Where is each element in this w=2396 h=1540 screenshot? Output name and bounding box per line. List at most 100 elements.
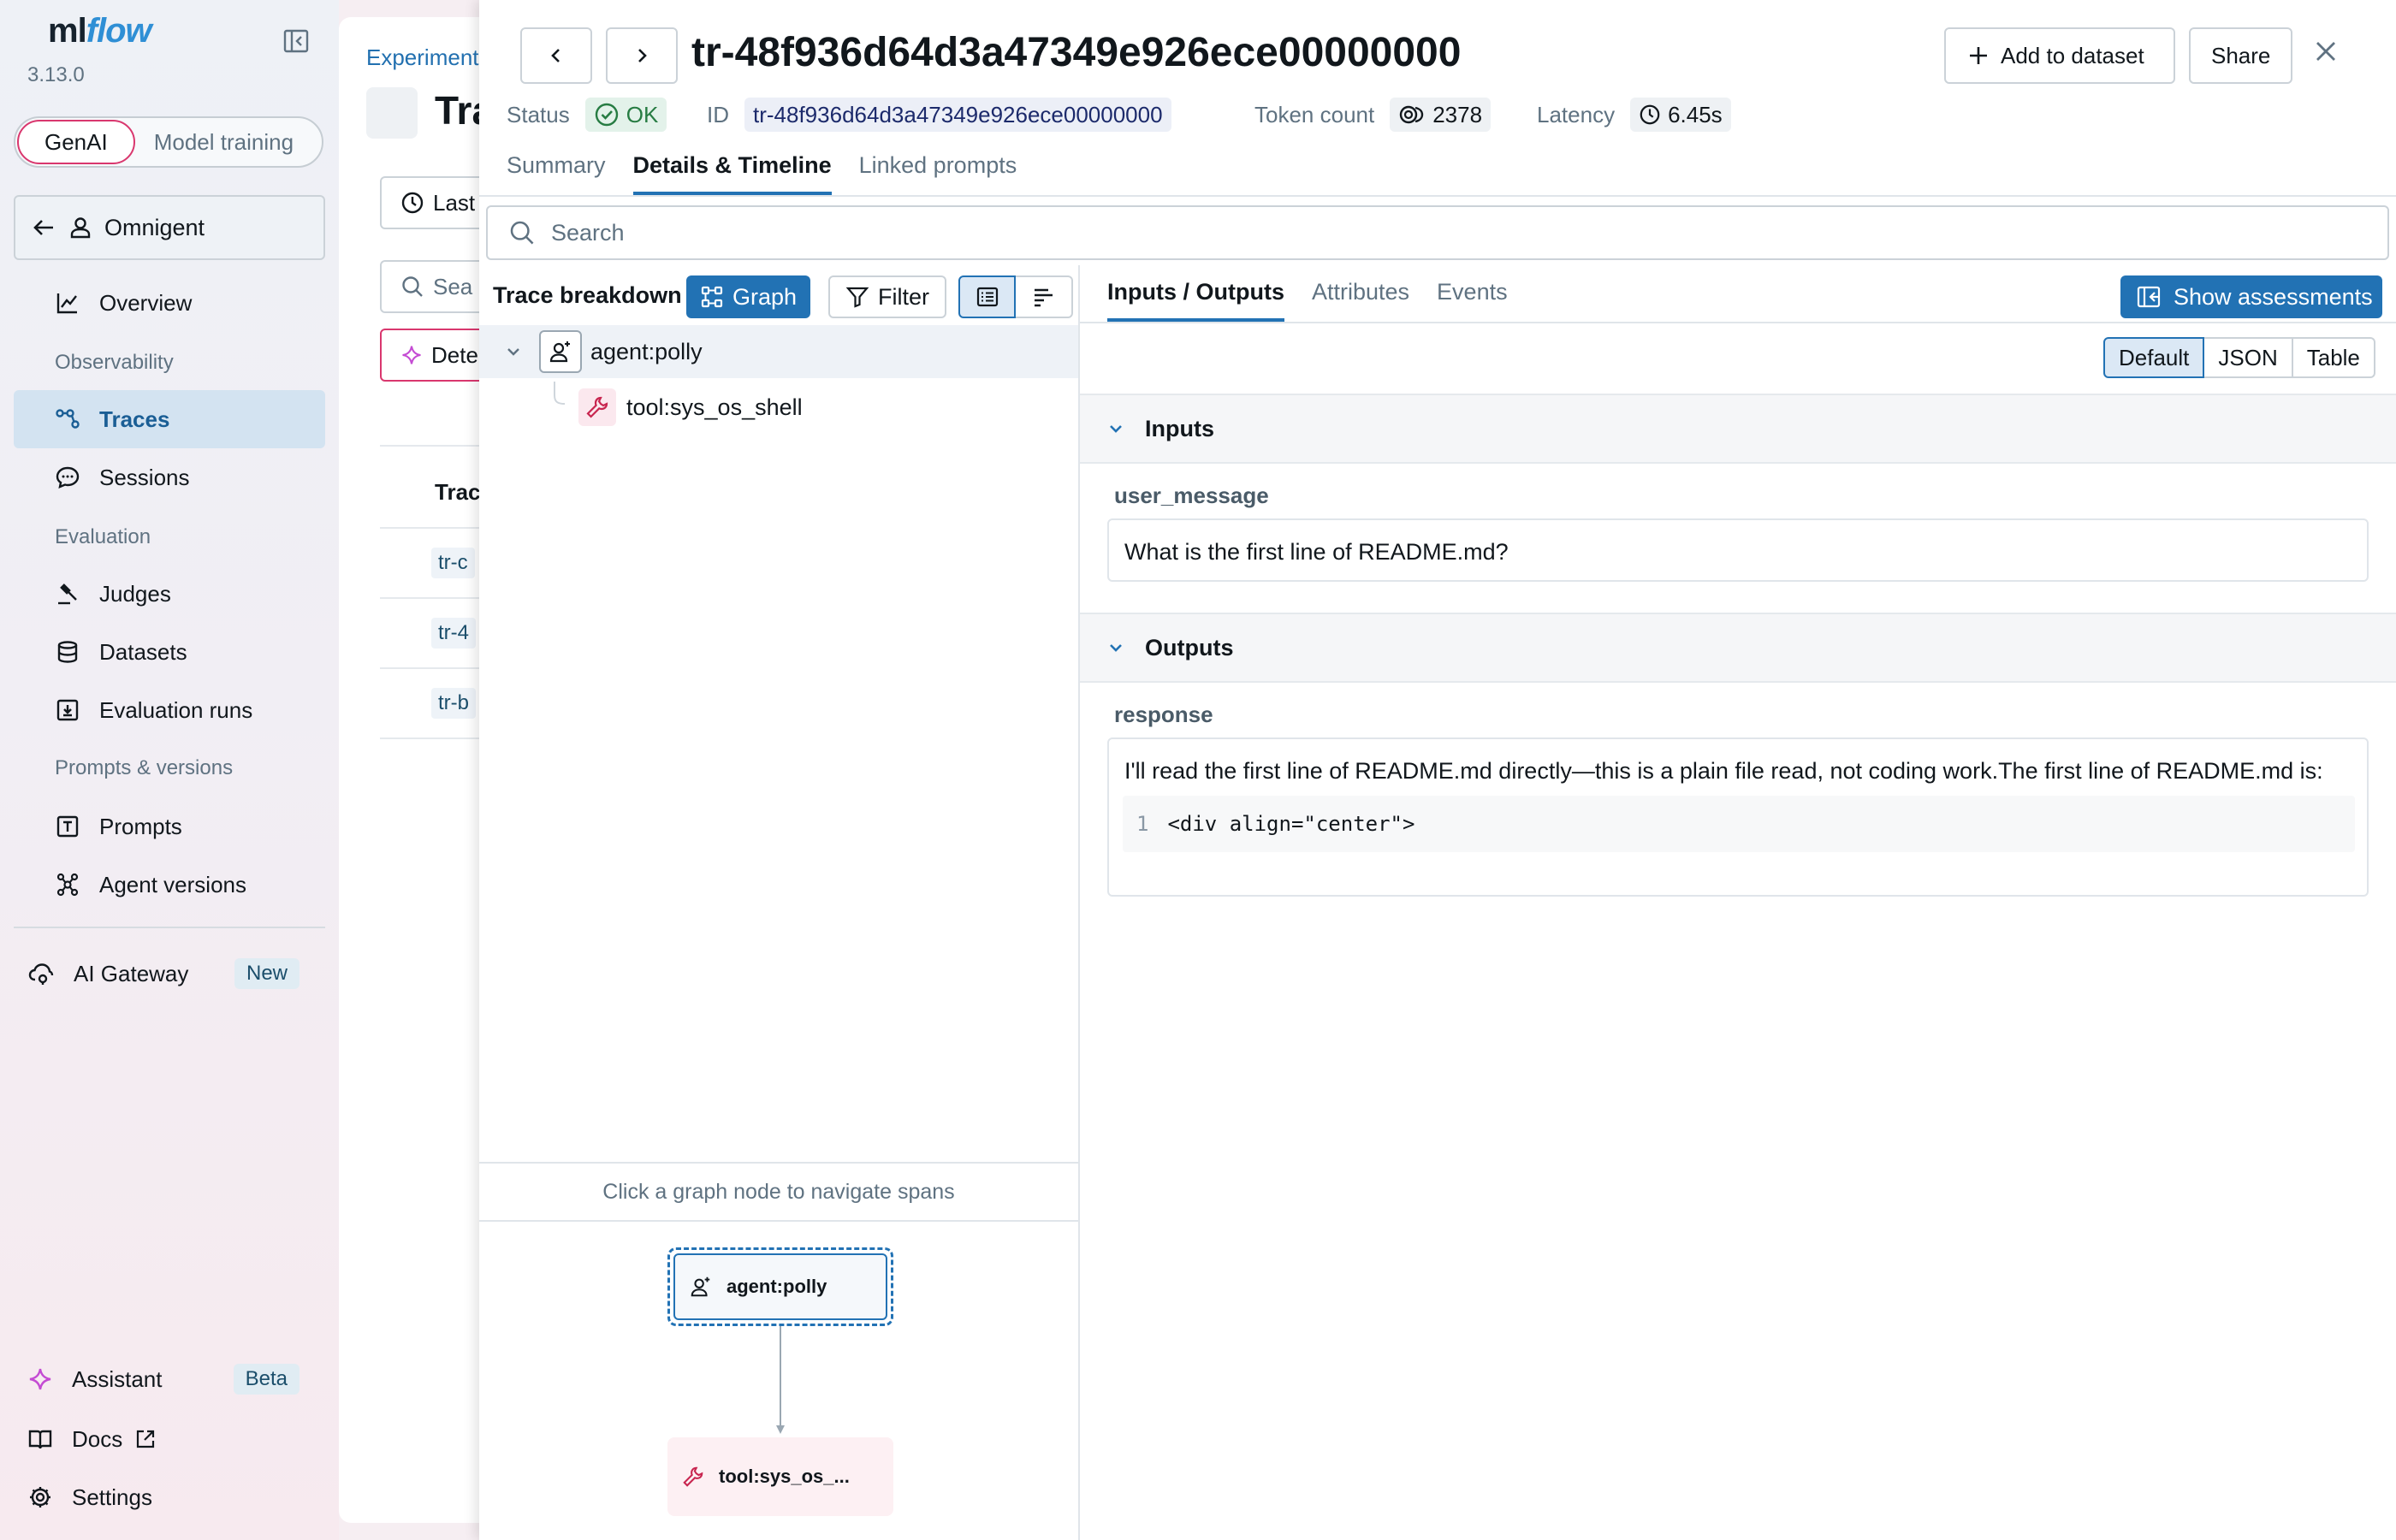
add-to-dataset-button[interactable]: Add to dataset xyxy=(1944,27,2175,84)
format-toggle: Default JSON Table xyxy=(2103,337,2375,378)
id-meta: ID tr-48f936d64d3a47349e926ece00000000 xyxy=(707,98,1171,132)
table-row[interactable]: tr-4 xyxy=(431,618,476,649)
wrench-icon xyxy=(578,388,616,426)
mode-model-training-button[interactable]: Model training xyxy=(135,129,312,156)
show-assessments-button[interactable]: Show assessments xyxy=(2120,275,2382,318)
graph-toggle-button[interactable]: Graph xyxy=(686,275,811,318)
sidebar-item-agent-versions[interactable]: Agent versions xyxy=(14,856,325,914)
latency-meta: Latency 6.45s xyxy=(1537,98,1731,132)
trace-tabs: Summary Details & Timeline Linked prompt… xyxy=(507,149,1017,195)
span-search-input[interactable]: Search xyxy=(486,205,2389,260)
text-box-icon xyxy=(56,815,79,838)
filter-icon xyxy=(845,287,869,308)
sidebar-item-sessions[interactable]: Sessions xyxy=(14,448,325,506)
output-value-box: I'll read the first line of README.md di… xyxy=(1107,737,2369,897)
clock-icon xyxy=(401,192,424,214)
breadcrumb[interactable]: Experiment xyxy=(366,44,479,71)
chart-line-icon xyxy=(56,293,77,314)
external-link-icon xyxy=(137,1430,155,1448)
previous-trace-button[interactable] xyxy=(520,27,592,84)
tab-events[interactable]: Events xyxy=(1437,275,1508,322)
outputs-section-header[interactable]: Outputs xyxy=(1080,613,2396,683)
workspace-back-button[interactable]: Omnigent xyxy=(14,195,325,260)
chevron-down-icon xyxy=(1110,644,1122,652)
span-row-tool[interactable]: tool:sys_os_shell xyxy=(479,382,1078,433)
search-icon xyxy=(402,276,423,297)
sidebar-item-judges[interactable]: Judges xyxy=(14,565,325,623)
share-button[interactable]: Share xyxy=(2189,27,2293,84)
tab-inputs-outputs[interactable]: Inputs / Outputs xyxy=(1107,275,1284,322)
trace-id-badge[interactable]: tr-48f936d64d3a47349e926ece00000000 xyxy=(744,98,1171,132)
tab-linked-prompts[interactable]: Linked prompts xyxy=(859,149,1017,195)
output-key: response xyxy=(1114,702,1213,727)
sidebar-item-prompts[interactable]: Prompts xyxy=(14,797,325,856)
filter-button[interactable]: Filter xyxy=(828,275,946,318)
plus-icon xyxy=(1970,47,1987,64)
next-trace-button[interactable] xyxy=(606,27,678,84)
section-evaluation: Evaluation xyxy=(55,525,151,548)
format-json-button[interactable]: JSON xyxy=(2204,337,2293,378)
agent-icon xyxy=(691,1276,710,1297)
mode-genai-button[interactable]: GenAI xyxy=(17,120,135,164)
trace-breakdown-title: Trace breakdown xyxy=(493,282,682,308)
sidebar-item-traces[interactable]: Traces xyxy=(14,390,325,448)
input-value-box: What is the first line of README.md? xyxy=(1107,518,2369,582)
search-icon xyxy=(510,221,534,245)
sidebar-item-ai-gateway[interactable]: AI Gateway New xyxy=(14,945,325,1003)
eval-runs-icon xyxy=(56,699,79,721)
section-observability: Observability xyxy=(55,351,174,374)
tab-summary[interactable]: Summary xyxy=(507,149,606,195)
table-row[interactable]: tr-b xyxy=(431,688,476,719)
token-meta: Token count 2378 xyxy=(1254,98,1492,132)
input-value: What is the first line of README.md? xyxy=(1124,539,1509,565)
section-prompts: Prompts & versions xyxy=(55,756,234,779)
agent-icon xyxy=(539,330,582,373)
database-icon xyxy=(57,641,78,663)
code-line-number: 1 xyxy=(1136,812,1149,836)
graph-node-agent[interactable]: agent:polly xyxy=(667,1247,893,1326)
mlflow-logo[interactable]: mlflow xyxy=(48,12,152,50)
version-label: 3.13.0 xyxy=(27,63,85,86)
user-icon xyxy=(70,217,91,239)
sidebar-item-overview[interactable]: Overview xyxy=(14,274,325,332)
list-view-icon[interactable] xyxy=(958,275,1016,318)
sidebar-divider xyxy=(14,927,325,928)
inputs-section-header[interactable]: Inputs xyxy=(1080,394,2396,464)
mode-toggle: GenAI Model training xyxy=(14,116,323,168)
trace-drawer: tr-48f936d64d3a47349e926ece00000000 Add … xyxy=(479,0,2396,1540)
status-badge: OK xyxy=(584,98,667,132)
sidebar-item-settings[interactable]: Settings xyxy=(14,1468,325,1526)
span-detail-tabs: Inputs / Outputs Attributes Events xyxy=(1107,275,1508,322)
code-line: <div align="center"> xyxy=(1167,812,1415,836)
span-row-agent[interactable]: agent:polly xyxy=(479,325,1078,378)
sidebar-item-datasets[interactable]: Datasets xyxy=(14,623,325,681)
tab-attributes[interactable]: Attributes xyxy=(1312,275,1409,322)
graph-node-tool[interactable]: tool:sys_os_... xyxy=(667,1437,893,1516)
beta-badge: Beta xyxy=(233,1364,300,1395)
sidebar: mlflow 3.13.0 GenAI Model training Omnig… xyxy=(0,0,339,1540)
timeline-view-icon[interactable] xyxy=(1016,275,1073,318)
chevron-left-icon xyxy=(551,49,560,62)
panel-open-icon xyxy=(2137,286,2161,308)
close-icon[interactable] xyxy=(2312,38,2340,69)
traces-icon xyxy=(366,87,418,139)
token-count-badge: 2378 xyxy=(1390,98,1492,132)
tree-connector xyxy=(554,382,566,405)
sidebar-item-assistant[interactable]: Assistant Beta xyxy=(14,1350,325,1408)
new-badge: New xyxy=(234,958,300,989)
gavel-icon xyxy=(58,583,77,605)
format-table-button[interactable]: Table xyxy=(2292,337,2375,378)
graph-hint: Click a graph node to navigate spans xyxy=(479,1162,1078,1222)
gateway-cloud-icon xyxy=(28,963,54,985)
tab-details-timeline[interactable]: Details & Timeline xyxy=(632,149,832,195)
format-default-button[interactable]: Default xyxy=(2103,337,2205,378)
graph-edge xyxy=(776,1326,785,1434)
table-row[interactable]: tr-c xyxy=(431,548,475,578)
graph-icon xyxy=(701,286,723,308)
chevron-down-icon[interactable] xyxy=(503,341,524,362)
sidebar-item-docs[interactable]: Docs xyxy=(14,1410,325,1468)
sparkle-icon xyxy=(402,346,421,364)
gear-icon xyxy=(30,1487,50,1507)
sidebar-item-evaluation-runs[interactable]: Evaluation runs xyxy=(14,681,325,739)
sidebar-collapse-icon[interactable] xyxy=(282,27,310,55)
